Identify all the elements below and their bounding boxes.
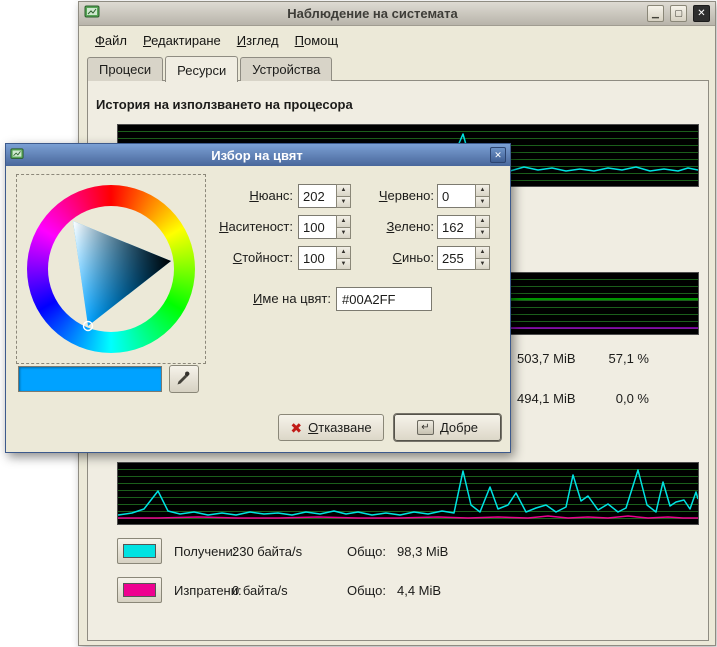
received-color-button[interactable] [117,538,162,564]
memory-percent: 57,1 % [549,351,649,366]
color-name-input[interactable]: #00A2FF [336,287,432,311]
sent-total-label: Общо: [347,583,397,598]
dialog-app-icon [10,147,24,164]
received-label: Получени: [174,544,232,559]
app-icon [84,4,100,23]
menu-view[interactable]: Изглед [229,29,287,52]
blue-spin-up-button[interactable]: ▲ [475,246,490,259]
sent-total: 4,4 MiB [397,583,441,598]
sent-rate: 0 байта/s [232,583,347,598]
red-label: Червено: [306,188,434,203]
menubar: Файл Редактиране Изглед Помощ [81,27,713,54]
color-picker-dialog: Избор на цвят ✕ [5,143,511,453]
red-value-input[interactable]: 0 [437,184,475,208]
eyedropper-icon [176,370,192,389]
hue-saturation-wheel[interactable] [27,185,195,353]
maximize-button[interactable]: ▢ [670,5,687,22]
red-spin-down-button[interactable]: ▼ [475,197,490,209]
saturation-label: Наситеност: [156,219,293,234]
value-label: Стойност: [156,250,293,265]
green-spin-up-button[interactable]: ▲ [475,215,490,228]
tab-resources[interactable]: Ресурси [165,56,238,82]
blue-spin-down-button[interactable]: ▼ [475,259,490,271]
ok-button-label: Добре [440,420,478,435]
green-spinbox: 162 ▲▼ [437,215,490,239]
red-spin-up-button[interactable]: ▲ [475,184,490,197]
cpu-history-heading: История на използването на процесора [96,97,353,112]
blue-value-input[interactable]: 255 [437,246,475,270]
green-value-input[interactable]: 162 [437,215,475,239]
dialog-titlebar[interactable]: Избор на цвят ✕ [6,144,510,166]
sent-color-button[interactable] [117,577,162,603]
cancel-button[interactable]: ✖ Отказване [278,414,384,441]
cancel-x-icon: ✖ [290,421,302,435]
hsv-triangle [27,185,195,353]
network-history-chart [117,462,699,525]
red-spinbox: 0 ▲▼ [437,184,490,208]
dialog-title: Избор на цвят [28,148,486,163]
menu-edit[interactable]: Редактиране [135,29,229,52]
received-color-swatch [123,544,156,558]
window-title: Наблюдение на системата [104,6,641,21]
green-label: Зелено: [306,219,434,234]
swap-percent: 0,0 % [549,391,649,406]
notebook-tabs: Процеси Ресурси Устройства [87,56,334,81]
received-total: 98,3 MiB [397,544,448,559]
green-spin-down-button[interactable]: ▼ [475,228,490,240]
tab-devices[interactable]: Устройства [240,57,332,81]
menu-file[interactable]: Файл [87,29,135,52]
ok-button[interactable]: ↵ Добре [394,414,501,441]
minimize-button[interactable]: ▁ [647,5,664,22]
received-legend-row: Получени: 230 байта/s Общо: 98,3 MiB [117,537,448,565]
ok-enter-key-icon: ↵ [417,420,434,435]
sent-legend-row: Изпратени: 0 байта/s Общо: 4,4 MiB [117,576,441,604]
close-button[interactable]: ✕ [693,5,710,22]
cancel-button-label: Отказване [308,420,372,435]
received-total-label: Общо: [347,544,397,559]
sent-color-swatch [123,583,156,597]
color-name-label: Име на цвят: [156,291,331,306]
menu-help[interactable]: Помощ [287,29,346,52]
eyedropper-button[interactable] [169,365,199,393]
sent-series-line [118,516,698,518]
blue-spinbox: 255 ▲▼ [437,246,490,270]
tab-processes[interactable]: Процеси [87,57,163,81]
sent-label: Изпратени: [174,583,232,598]
main-titlebar[interactable]: Наблюдение на системата ▁ ▢ ✕ [79,2,715,26]
color-preview [18,366,162,392]
blue-label: Синьо: [306,250,434,265]
received-series-line [118,470,698,515]
received-rate: 230 байта/s [232,544,347,559]
dialog-close-button[interactable]: ✕ [490,147,506,163]
hue-label: Нюанс: [156,188,293,203]
